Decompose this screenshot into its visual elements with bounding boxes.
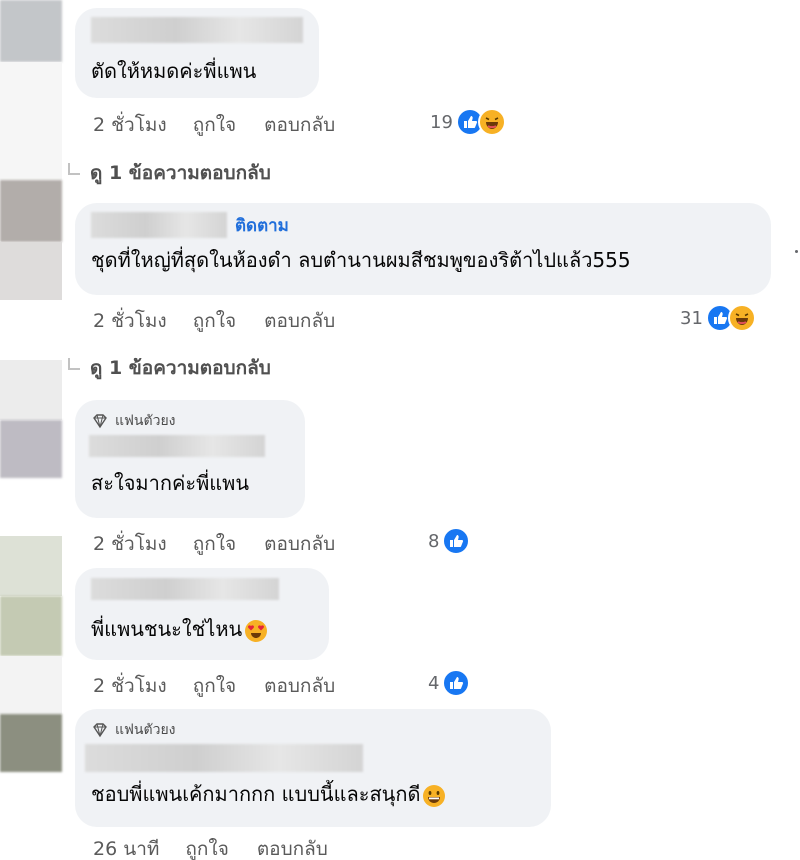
like-button[interactable]: ถูกใจ	[185, 834, 228, 860]
haha-icon	[727, 304, 756, 332]
comment-text-content: ชอบพี่แพนเค้กมากกก แบบนี้และสนุกดี	[91, 782, 421, 806]
diamond-icon	[93, 723, 107, 738]
commenter-name[interactable]	[91, 576, 313, 602]
comment-bubble: พี่แพนชนะใช่ไหน	[75, 568, 329, 660]
avatar[interactable]	[0, 180, 62, 242]
comment-bubble: ติดตาม ชุดที่ใหญ่ที่สุดในห้องดำ ลบตำนานผ…	[75, 203, 771, 295]
comment-bubble: แฟนตัวยง ชอบพี่แพนเค้กมากกก แบบนี้และสนุ…	[75, 709, 551, 827]
comment-text: ชุดที่ใหญ่ที่สุดในห้องดำ ลบตำนานผมสีชมพู…	[91, 248, 631, 272]
reaction-summary[interactable]: 19	[430, 108, 506, 136]
reaction-count: 31	[680, 307, 703, 329]
avatar	[0, 62, 62, 180]
commenter-name: ติดตาม	[91, 211, 755, 239]
diamond-icon	[93, 414, 107, 429]
like-icon	[442, 527, 471, 555]
view-replies-link[interactable]: ดู 1 ข้อความตอบกลับ	[68, 353, 271, 383]
reaction-count: 8	[428, 530, 440, 552]
avatar	[0, 242, 62, 300]
view-replies-link[interactable]: ดู 1 ข้อความตอบกลับ	[68, 158, 271, 188]
reaction-count: 19	[430, 111, 453, 133]
grinning-emoji	[422, 784, 446, 808]
like-button[interactable]: ถูกใจ	[193, 529, 236, 559]
reply-button[interactable]: ตอบกลับ	[264, 110, 335, 140]
commenter-name-blur[interactable]	[91, 212, 227, 238]
heart-eyes-emoji	[244, 619, 268, 643]
comment-bubble: ตัดให้หมดค่ะพี่แพน	[75, 8, 319, 98]
comment-actions: 2 ชั่วโมง ถูกใจ ตอบกลับ	[93, 671, 363, 701]
like-button[interactable]: ถูกใจ	[193, 671, 236, 701]
comment-text: พี่แพนชนะใช่ไหน	[91, 614, 313, 644]
haha-icon	[477, 108, 506, 136]
avatar	[0, 656, 62, 714]
view-replies-label: ดู 1 ข้อความตอบกลับ	[90, 357, 271, 379]
reply-thread-line	[68, 358, 80, 370]
comment-time[interactable]: 2 ชั่วโมง	[93, 671, 167, 701]
comment-actions: 2 ชั่วโมง ถูกใจ ตอบกลับ	[93, 529, 363, 559]
reply-button[interactable]: ตอบกลับ	[264, 306, 335, 336]
comment-bubble: แฟนตัวยง สะใจมากค่ะพี่แพน	[75, 400, 305, 518]
reaction-summary[interactable]: 31	[680, 304, 756, 332]
commenter-name[interactable]	[91, 16, 303, 44]
comment-time[interactable]: 26 นาที	[93, 834, 159, 860]
badge-label: แฟนตัวยง	[115, 722, 176, 738]
reaction-count: 4	[428, 672, 440, 694]
reply-button[interactable]: ตอบกลับ	[257, 834, 328, 860]
comment-time[interactable]: 2 ชั่วโมง	[93, 306, 167, 336]
comment-text: สะใจมากค่ะพี่แพน	[91, 471, 250, 495]
comment-time[interactable]: 2 ชั่วโมง	[93, 110, 167, 140]
reaction-summary[interactable]: 8	[428, 527, 471, 555]
view-replies-label: ดู 1 ข้อความตอบกลับ	[90, 162, 271, 184]
comment-time[interactable]: 2 ชั่วโมง	[93, 529, 167, 559]
reaction-summary[interactable]: 4	[428, 669, 471, 697]
avatar[interactable]	[0, 0, 62, 62]
avatar	[0, 536, 62, 596]
avatar-strip	[0, 0, 62, 860]
avatar	[0, 360, 62, 420]
comment-text: ตัดให้หมดค่ะพี่แพน	[91, 59, 257, 83]
like-icon	[442, 669, 471, 697]
comment-text: ชอบพี่แพนเค้กมากกก แบบนี้และสนุกดี	[91, 779, 535, 809]
avatar[interactable]	[0, 714, 62, 772]
badge-label: แฟนตัวยง	[115, 413, 176, 429]
comment-actions: 26 นาที ถูกใจ ตอบกลับ	[93, 834, 356, 860]
reply-button[interactable]: ตอบกลับ	[264, 671, 335, 701]
comment-actions: 2 ชั่วโมง ถูกใจ ตอบกลับ	[93, 306, 363, 336]
avatar[interactable]	[0, 596, 62, 656]
commenter-name[interactable]	[85, 743, 535, 773]
avatar[interactable]	[0, 420, 62, 478]
top-fan-badge[interactable]: แฟนตัวยง	[91, 410, 289, 432]
like-button[interactable]: ถูกใจ	[193, 306, 236, 336]
follow-button[interactable]: ติดตาม	[235, 212, 289, 239]
top-fan-badge[interactable]: แฟนตัวยง	[91, 719, 535, 741]
commenter-name[interactable]	[89, 434, 289, 458]
reply-thread-line	[68, 163, 80, 175]
comment-actions: 2 ชั่วโมง ถูกใจ ตอบกลับ	[93, 110, 363, 140]
like-button[interactable]: ถูกใจ	[193, 110, 236, 140]
options-dot[interactable]	[795, 250, 798, 253]
reply-button[interactable]: ตอบกลับ	[264, 529, 335, 559]
comment-text-content: พี่แพนชนะใช่ไหน	[91, 617, 243, 641]
